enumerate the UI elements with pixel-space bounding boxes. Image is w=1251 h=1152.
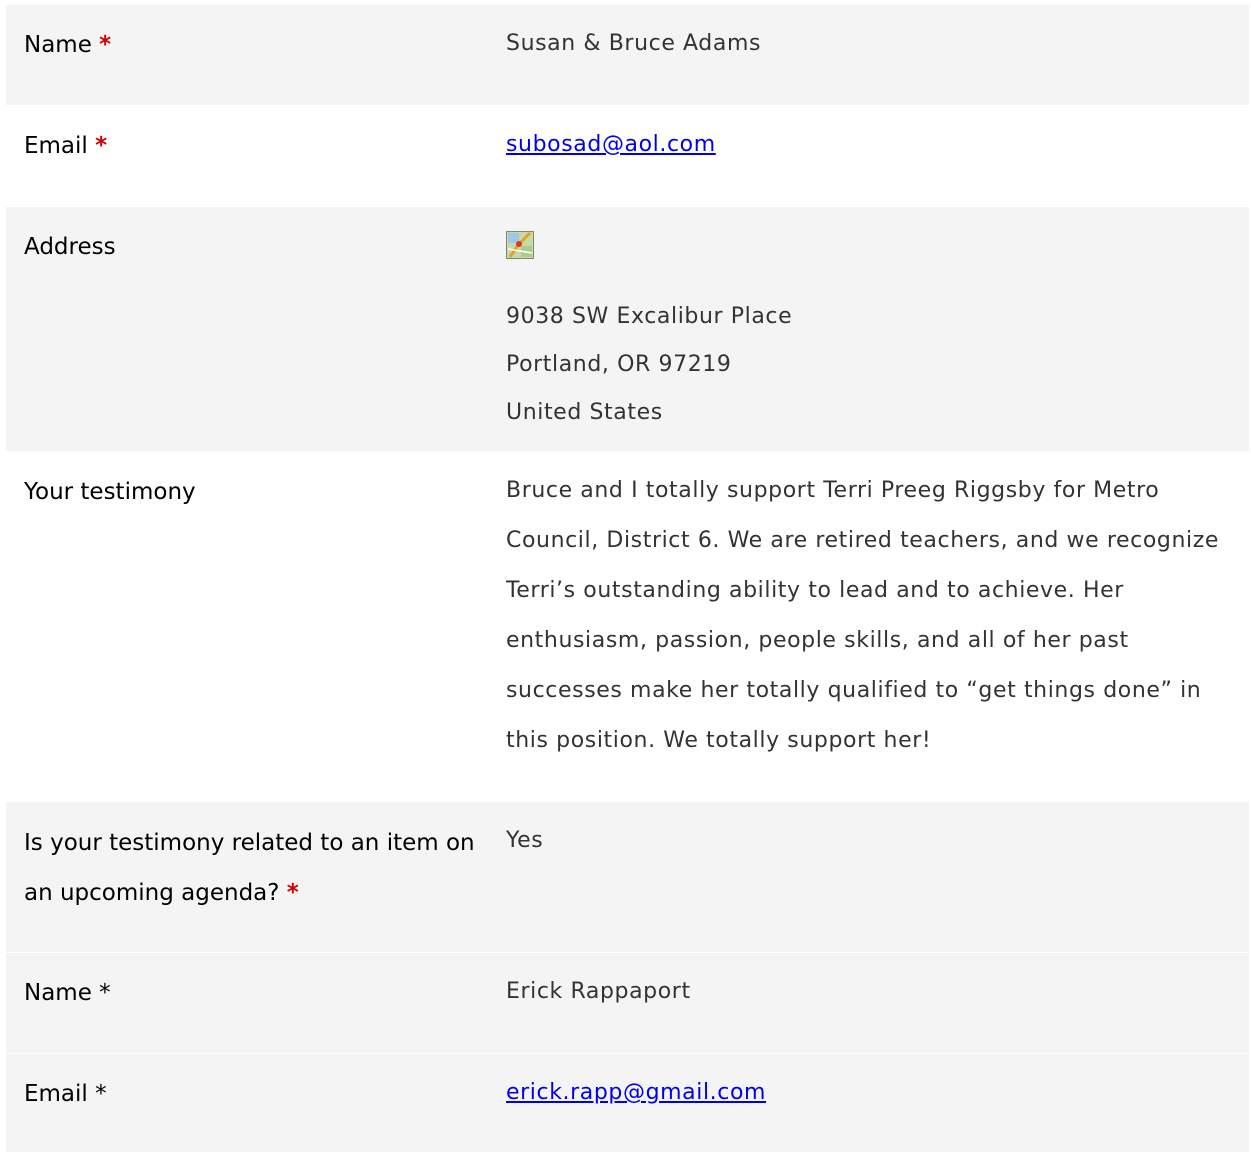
field-value: subosad@aol.com <box>488 106 1249 206</box>
field-label: Your testimony <box>6 452 488 801</box>
field-label-text: Your testimony <box>24 479 196 505</box>
field-label-text: Email <box>24 1081 88 1107</box>
field-row-email: Email * subosad@aol.com <box>6 105 1249 206</box>
field-label: Is your testimony related to an item on … <box>6 802 488 952</box>
field-value: 9038 SW Excalibur Place Portland, OR 972… <box>488 207 1249 451</box>
field-row-name: Name * Erick Rappaport <box>6 952 1249 1053</box>
field-row-testimony: Your testimony Bruce and I totally suppo… <box>6 451 1249 801</box>
field-label: Email * <box>6 106 488 206</box>
required-marker: * <box>99 980 111 1006</box>
address-map-link[interactable] <box>506 221 1229 293</box>
required-marker: * <box>95 1081 107 1107</box>
field-label: Email * <box>6 1054 488 1152</box>
email-link[interactable]: erick.rapp@gmail.com <box>506 1080 766 1105</box>
required-marker: * <box>95 133 108 159</box>
field-label-text: Email <box>24 133 88 159</box>
email-link[interactable]: subosad@aol.com <box>506 132 716 157</box>
field-label: Name * <box>6 5 488 105</box>
field-value: Bruce and I totally support Terri Preeg … <box>506 478 1220 753</box>
address-line: Portland, OR 97219 <box>506 352 732 377</box>
field-value: erick.rapp@gmail.com <box>488 1054 1249 1152</box>
address-line: 9038 SW Excalibur Place <box>506 304 793 329</box>
required-marker: * <box>99 32 112 58</box>
field-label-text: Name <box>24 32 92 58</box>
field-label: Address <box>6 207 488 451</box>
map-thumbnail-icon[interactable] <box>506 231 534 259</box>
address-line: United States <box>506 400 663 425</box>
field-value: Yes <box>506 828 544 853</box>
field-row-address: Address 9038 SW Excalibur Place Portland… <box>6 206 1249 451</box>
field-label-text: Name <box>24 980 92 1006</box>
field-row-name: Name * Susan & Bruce Adams <box>6 4 1249 105</box>
field-row-email: Email * erick.rapp@gmail.com <box>6 1053 1249 1152</box>
submission-list: Name * Susan & Bruce Adams Email * subos… <box>0 0 1251 1152</box>
required-marker: * <box>286 880 299 906</box>
address-text: 9038 SW Excalibur Place Portland, OR 972… <box>506 293 1229 437</box>
field-row-agenda: Is your testimony related to an item on … <box>6 801 1249 952</box>
field-value: Erick Rappaport <box>506 979 691 1004</box>
field-value: Susan & Bruce Adams <box>506 31 762 56</box>
field-label: Name * <box>6 953 488 1053</box>
field-label-text: Is your testimony related to an item on … <box>24 830 475 906</box>
field-label-text: Address <box>24 234 116 260</box>
